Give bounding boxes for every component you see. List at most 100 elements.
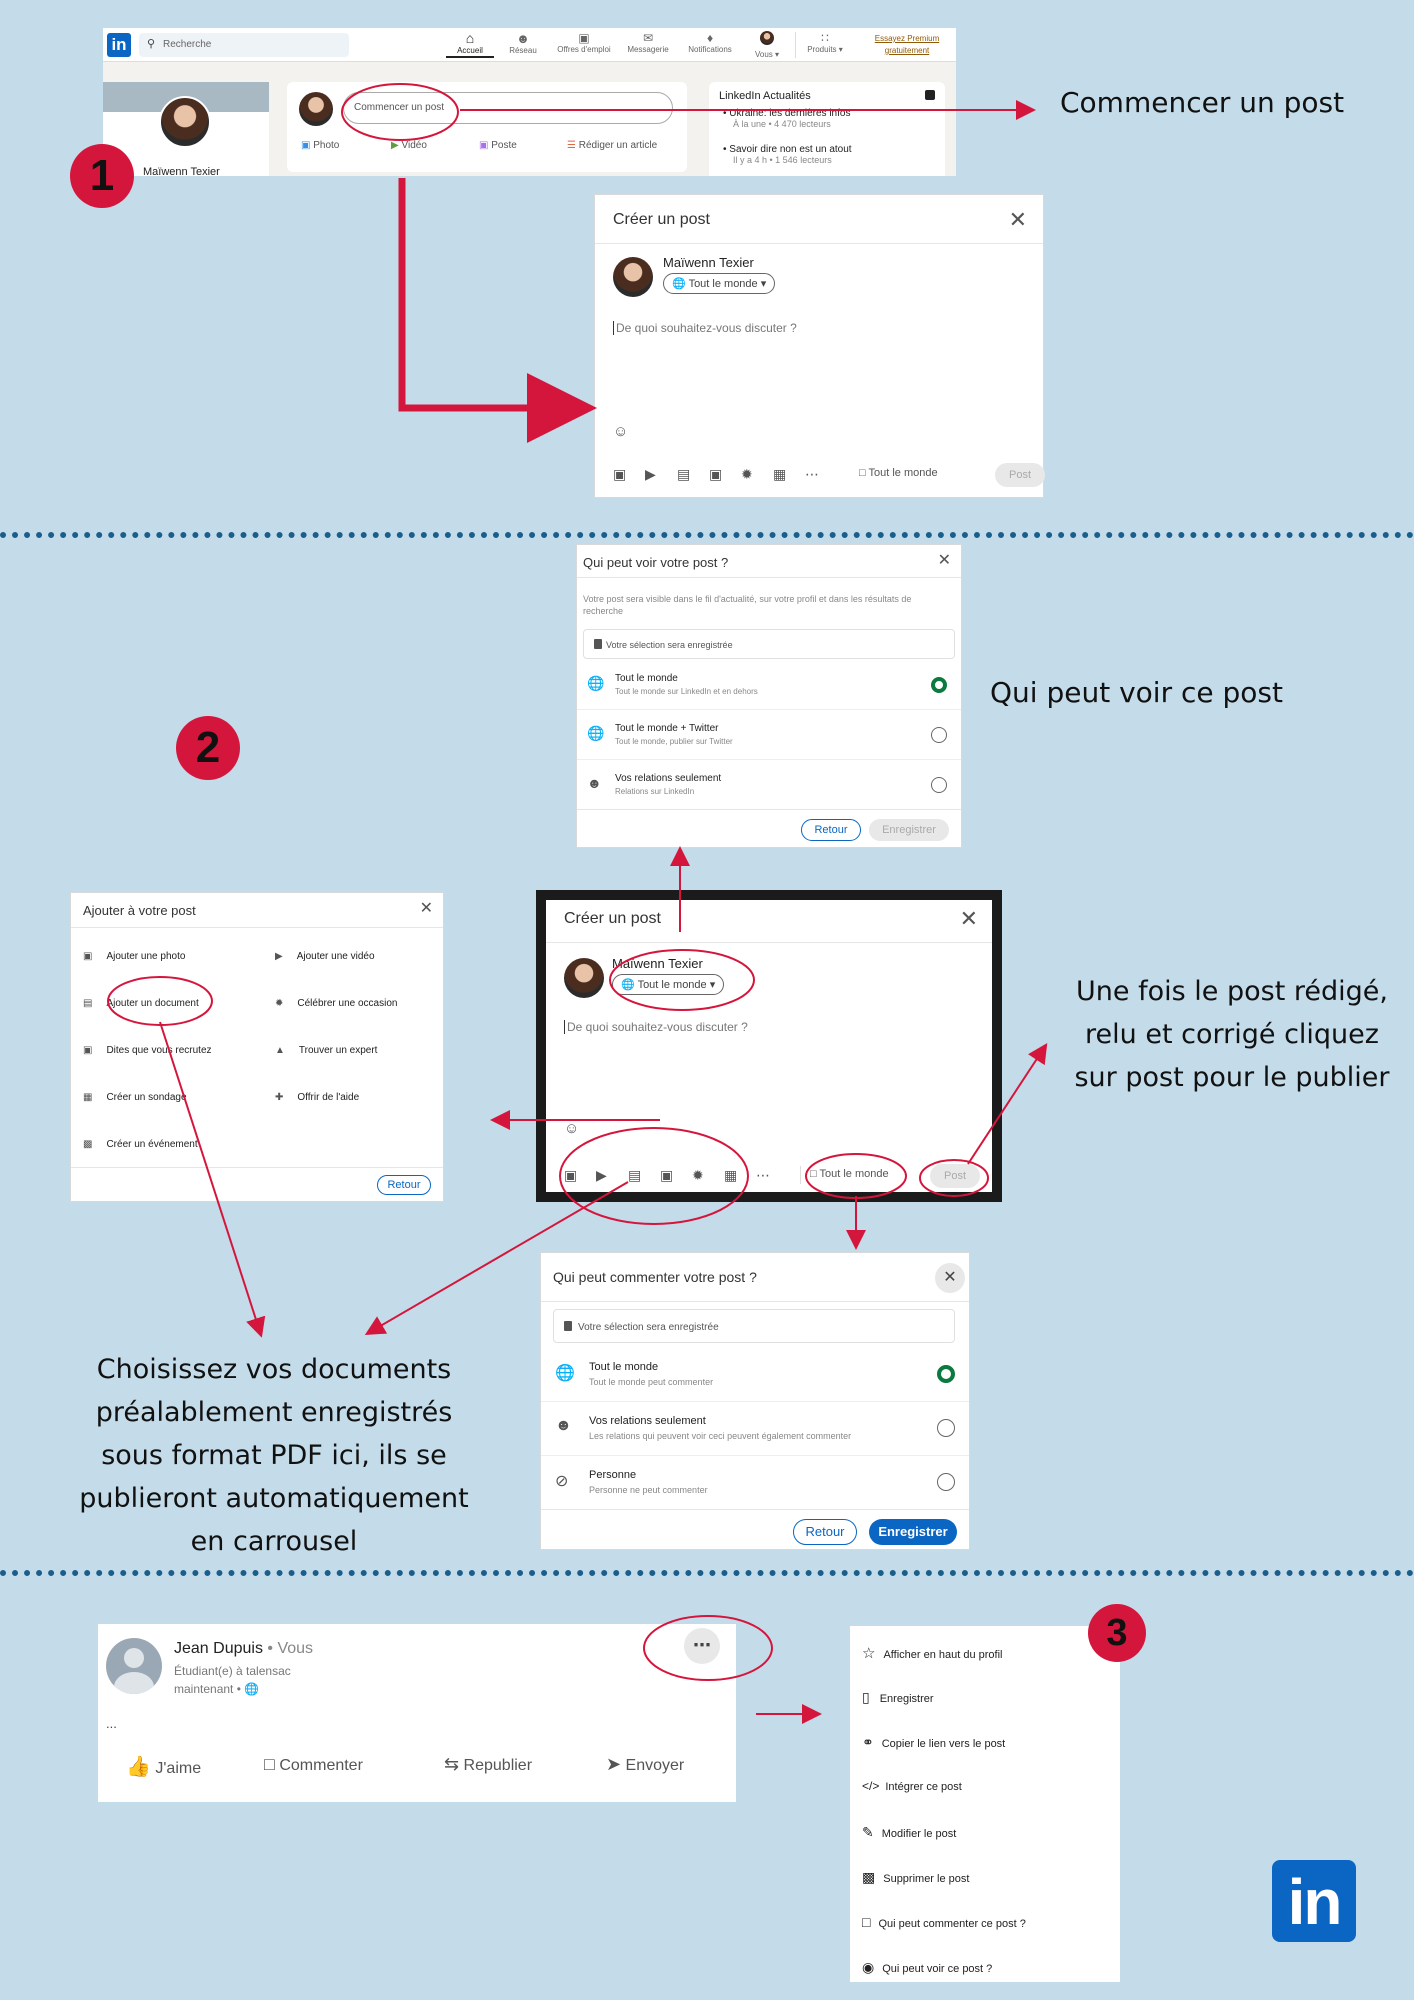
menu-item[interactable]: ▩ Créer un événement — [83, 1139, 198, 1150]
news-item[interactable]: • Ukraine: les dernières infos À la une … — [723, 108, 850, 129]
radio[interactable] — [937, 1473, 955, 1491]
menu-item[interactable]: ▤ Ajouter un document — [83, 998, 199, 1009]
menu-item[interactable]: ▯ Enregistrer — [862, 1689, 934, 1706]
comment-option[interactable]: ☻ Vos relations seulement Les relations … — [541, 1401, 969, 1455]
briefcase-icon[interactable]: ▣ — [709, 467, 722, 481]
menu-item[interactable]: ▩ Supprimer le post — [862, 1869, 969, 1886]
briefcase-icon: ▣ — [83, 1045, 93, 1056]
document-icon[interactable]: ▤ — [677, 467, 690, 481]
news-item[interactable]: • Savoir dire non est un atout Il y a 4 … — [723, 144, 852, 165]
repost-button[interactable]: ⇆ Republier — [444, 1754, 532, 1775]
menu-item-label: Trouver un expert — [298, 1045, 378, 1056]
author-name[interactable]: Jean Dupuis — [174, 1640, 263, 1657]
linkedin-logo[interactable]: in — [107, 33, 131, 57]
more-icon[interactable]: ⋯ — [756, 1168, 770, 1182]
post-card: Jean Dupuis • Vous Étudiant(e) à talensa… — [98, 1624, 736, 1802]
nav-me[interactable]: Vous ▾ — [747, 31, 787, 59]
post-body: ... — [106, 1716, 117, 1731]
audience-button[interactable]: 🌐 Tout le monde ▾ — [612, 974, 725, 995]
menu-item-label: Enregistrer — [879, 1693, 934, 1705]
menu-item[interactable]: ▣ Ajouter une photo — [83, 951, 185, 962]
photo-icon[interactable]: ▣ — [564, 1168, 577, 1182]
menu-item[interactable]: ☆ Afficher en haut du profil — [862, 1644, 1003, 1662]
radio[interactable] — [931, 777, 947, 793]
back-button[interactable]: Retour — [793, 1519, 857, 1545]
menu-item-label: Ajouter un document — [106, 998, 199, 1009]
document-icon[interactable]: ▤ — [628, 1168, 641, 1182]
poll-icon[interactable]: ▦ — [773, 467, 786, 481]
save-button[interactable]: Enregistrer — [869, 1519, 957, 1545]
send-button[interactable]: ➤ Envoyer — [606, 1754, 684, 1775]
post-button[interactable]: Post — [930, 1164, 980, 1188]
emoji-icon[interactable]: ☺ — [613, 423, 628, 440]
nav-notifications[interactable]: ♦ Notifications — [679, 31, 741, 54]
celebrate-icon[interactable]: ✹ — [692, 1168, 704, 1182]
post-text-input[interactable]: De quoi souhaitez-vous discuter ? — [564, 1018, 974, 1078]
comment-option[interactable]: ⊘ Personne Personne ne peut commenter — [541, 1455, 969, 1509]
more-options-button[interactable]: ⋯ — [684, 1628, 720, 1664]
close-icon[interactable]: ✕ — [420, 901, 433, 917]
comment-option[interactable]: 🌐 Tout le monde Tout le monde peut comme… — [541, 1347, 969, 1401]
radio[interactable] — [937, 1419, 955, 1437]
menu-item[interactable]: </> Intégrer ce post — [862, 1779, 962, 1793]
visibility-option[interactable]: 🌐 Tout le monde Tout le monde sur Linked… — [577, 661, 961, 709]
search-input[interactable]: ⚲ Recherche — [139, 33, 349, 57]
like-button[interactable]: 👍 J'aime — [126, 1754, 201, 1779]
comment-button[interactable]: □ Commenter — [264, 1754, 363, 1775]
menu-item[interactable]: ✹ Célébrer une occasion — [275, 998, 397, 1009]
comment-settings-dialog: Qui peut commenter votre post ? ✕ Votre … — [540, 1252, 970, 1550]
comment-audience-button[interactable]: □ Tout le monde — [859, 467, 938, 479]
menu-item[interactable]: ✎ Modifier le post — [862, 1824, 956, 1841]
premium-link[interactable]: Essayez Premium gratuitement — [863, 33, 951, 57]
action-job[interactable]: ▣ Poste — [479, 140, 517, 151]
menu-item[interactable]: ▣ Dites que vous recrutez — [83, 1045, 212, 1056]
menu-item[interactable]: ◉ Qui peut voir ce post ? — [862, 1959, 992, 1976]
close-icon[interactable]: ✕ — [938, 553, 951, 569]
poll-icon[interactable]: ▦ — [724, 1168, 737, 1182]
audience-button[interactable]: 🌐 Tout le monde ▾ — [663, 273, 776, 294]
navbar: in ⚲ Recherche ⌂ Accueil ☻ Réseau ▣ Offr… — [103, 28, 956, 62]
nav-network[interactable]: ☻ Réseau — [501, 31, 545, 55]
menu-item[interactable]: ⚭ Copier le lien vers le post — [862, 1734, 1005, 1751]
action-photo[interactable]: ▣ Photo — [301, 140, 339, 151]
action-video[interactable]: ▶ Vidéo — [391, 140, 427, 151]
menu-item[interactable]: ✚ Offrir de l'aide — [275, 1092, 359, 1103]
document-icon: ▤ — [83, 998, 93, 1009]
radio-selected[interactable] — [931, 677, 947, 693]
news-item-title: Savoir dire non est un atout — [729, 144, 852, 155]
more-icon[interactable]: ⋯ — [805, 467, 819, 481]
start-post-input[interactable]: Commencer un post — [343, 92, 673, 124]
saved-notice: Votre sélection sera enregistrée — [583, 629, 955, 659]
video-icon[interactable]: ▶ — [596, 1168, 607, 1182]
visibility-option[interactable]: ☻ Vos relations seulement Relations sur … — [577, 761, 961, 809]
post-text-input[interactable]: De quoi souhaitez-vous discuter ? — [613, 319, 1023, 379]
people-icon: ☻ — [587, 775, 602, 791]
post-button[interactable]: Post — [995, 463, 1045, 487]
nav-home[interactable]: ⌂ Accueil — [446, 30, 494, 58]
nav-messaging[interactable]: ✉ Messagerie — [621, 31, 675, 54]
menu-item[interactable]: ▲ Trouver un expert — [275, 1045, 377, 1056]
radio-selected[interactable] — [937, 1365, 955, 1383]
menu-item[interactable]: ▶ Ajouter une vidéo — [275, 951, 375, 962]
menu-item[interactable]: ▦ Créer un sondage — [83, 1092, 187, 1103]
start-post-placeholder: Commencer un post — [354, 102, 445, 113]
author-avatar — [564, 958, 604, 998]
photo-icon[interactable]: ▣ — [613, 467, 626, 481]
comment-audience-button[interactable]: □ Tout le monde — [810, 1168, 889, 1180]
close-icon[interactable]: ✕ — [1009, 209, 1027, 231]
emoji-icon[interactable]: ☺ — [564, 1120, 579, 1137]
briefcase-icon[interactable]: ▣ — [660, 1168, 673, 1182]
menu-item[interactable]: □ Qui peut commenter ce post ? — [862, 1914, 1026, 1930]
nav-products[interactable]: ∷ Produits ▾ — [801, 31, 849, 54]
radio[interactable] — [931, 727, 947, 743]
celebrate-icon[interactable]: ✹ — [741, 467, 753, 481]
nav-jobs[interactable]: ▣ Offres d'emploi — [551, 31, 617, 54]
video-icon[interactable]: ▶ — [645, 467, 656, 481]
save-button[interactable]: Enregistrer — [869, 819, 949, 841]
close-icon[interactable]: ✕ — [960, 908, 978, 930]
back-button[interactable]: Retour — [377, 1175, 431, 1195]
action-article[interactable]: ☰ Rédiger un article — [567, 140, 657, 151]
back-button[interactable]: Retour — [801, 819, 861, 841]
visibility-option[interactable]: 🌐 Tout le monde + Twitter Tout le monde,… — [577, 711, 961, 759]
close-icon[interactable]: ✕ — [935, 1263, 965, 1293]
